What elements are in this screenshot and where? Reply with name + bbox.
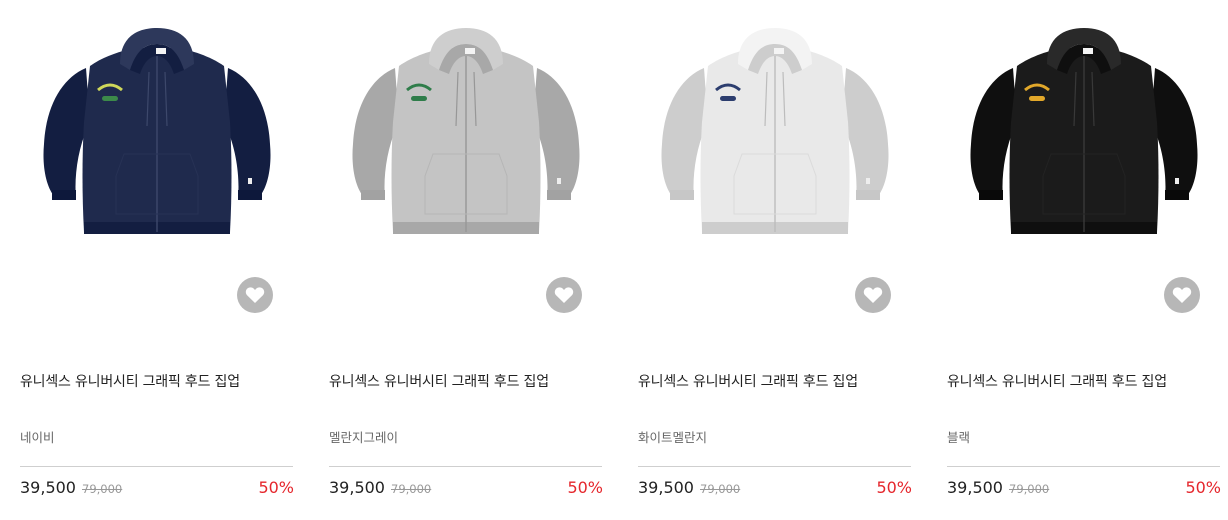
discount-rate: 50% bbox=[567, 478, 603, 497]
price-row: 39,500 79,000 50% bbox=[329, 478, 603, 502]
product-image[interactable] bbox=[329, 0, 603, 340]
price-row: 39,500 79,000 50% bbox=[638, 478, 912, 502]
logo-badge bbox=[102, 96, 118, 101]
sleeve-tag bbox=[557, 178, 561, 184]
product-image[interactable] bbox=[20, 0, 294, 340]
right-cuff bbox=[1165, 190, 1189, 200]
discount-rate: 50% bbox=[876, 478, 912, 497]
hoodie-image bbox=[970, 28, 1198, 234]
left-cuff bbox=[979, 190, 1003, 200]
heart-icon bbox=[1172, 287, 1192, 303]
right-cuff bbox=[856, 190, 880, 200]
divider bbox=[947, 466, 1220, 467]
left-cuff bbox=[52, 190, 76, 200]
hoodie-image bbox=[43, 28, 271, 234]
right-cuff bbox=[547, 190, 571, 200]
logo-badge bbox=[720, 96, 736, 101]
heart-icon bbox=[245, 287, 265, 303]
neck-label bbox=[774, 48, 784, 54]
price-row: 39,500 79,000 50% bbox=[20, 478, 294, 502]
left-cuff bbox=[361, 190, 385, 200]
sale-price: 39,500 bbox=[20, 478, 76, 497]
original-price: 79,000 bbox=[1009, 482, 1050, 496]
neck-label bbox=[156, 48, 166, 54]
product-grid: 유니섹스 유니버시티 그래픽 후드 집업 네이비 39,500 79,000 5… bbox=[0, 0, 1228, 520]
sleeve-tag bbox=[248, 178, 252, 184]
sleeve-tag bbox=[866, 178, 870, 184]
logo-badge bbox=[1029, 96, 1045, 101]
product-color: 멜란지그레이 bbox=[329, 430, 399, 445]
product-color: 네이비 bbox=[20, 430, 55, 445]
divider bbox=[638, 466, 911, 467]
product-card[interactable]: 유니섹스 유니버시티 그래픽 후드 집업 블랙 39,500 79,000 50… bbox=[947, 0, 1221, 520]
sale-price: 39,500 bbox=[638, 478, 694, 497]
right-cuff bbox=[238, 190, 262, 200]
product-color: 화이트멜란지 bbox=[638, 430, 708, 445]
divider bbox=[20, 466, 293, 467]
price-row: 39,500 79,000 50% bbox=[947, 478, 1221, 502]
product-name[interactable]: 유니섹스 유니버시티 그래픽 후드 집업 bbox=[20, 371, 240, 391]
sleeve-tag bbox=[1175, 178, 1179, 184]
sale-price: 39,500 bbox=[329, 478, 385, 497]
discount-rate: 50% bbox=[1185, 478, 1221, 497]
wishlist-button[interactable] bbox=[237, 277, 273, 313]
wishlist-button[interactable] bbox=[546, 277, 582, 313]
wishlist-button[interactable] bbox=[1164, 277, 1200, 313]
product-card[interactable]: 유니섹스 유니버시티 그래픽 후드 집업 멜란지그레이 39,500 79,00… bbox=[329, 0, 603, 520]
discount-rate: 50% bbox=[258, 478, 294, 497]
sale-price: 39,500 bbox=[947, 478, 1003, 497]
original-price: 79,000 bbox=[391, 482, 432, 496]
hoodie-image bbox=[352, 28, 580, 234]
product-color: 블랙 bbox=[947, 430, 971, 445]
divider bbox=[329, 466, 602, 467]
product-image[interactable] bbox=[638, 0, 912, 340]
neck-label bbox=[1083, 48, 1093, 54]
left-cuff bbox=[670, 190, 694, 200]
logo-badge bbox=[411, 96, 427, 101]
neck-label bbox=[465, 48, 475, 54]
wishlist-button[interactable] bbox=[855, 277, 891, 313]
product-card[interactable]: 유니섹스 유니버시티 그래픽 후드 집업 화이트멜란지 39,500 79,00… bbox=[638, 0, 912, 520]
product-image[interactable] bbox=[947, 0, 1221, 340]
heart-icon bbox=[554, 287, 574, 303]
hoodie-image bbox=[661, 28, 889, 234]
product-name[interactable]: 유니섹스 유니버시티 그래픽 후드 집업 bbox=[947, 371, 1167, 391]
product-card[interactable]: 유니섹스 유니버시티 그래픽 후드 집업 네이비 39,500 79,000 5… bbox=[20, 0, 294, 520]
original-price: 79,000 bbox=[82, 482, 123, 496]
heart-icon bbox=[863, 287, 883, 303]
product-name[interactable]: 유니섹스 유니버시티 그래픽 후드 집업 bbox=[638, 371, 858, 391]
original-price: 79,000 bbox=[700, 482, 741, 496]
product-name[interactable]: 유니섹스 유니버시티 그래픽 후드 집업 bbox=[329, 371, 549, 391]
